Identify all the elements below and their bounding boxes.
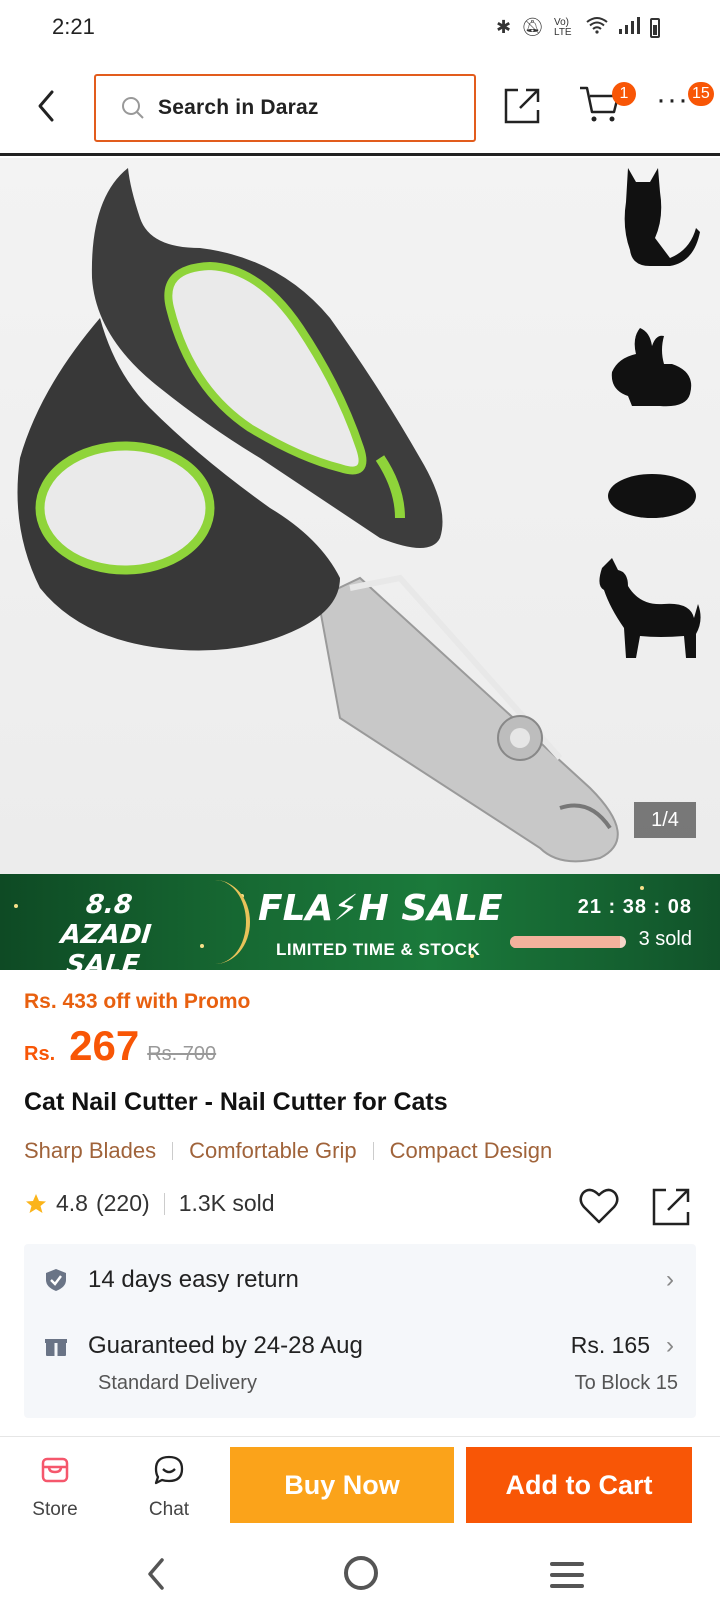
bluetooth-icon: ✱	[496, 17, 512, 37]
share-product-button[interactable]	[650, 1186, 692, 1228]
buy-now-button[interactable]: Buy Now	[230, 1447, 454, 1523]
product-image-gallery[interactable]: 1/4	[0, 158, 720, 874]
flash-sale-subtitle: LIMITED TIME & STOCK	[276, 940, 481, 959]
guinea-pig-icon	[608, 474, 696, 518]
menu-line	[550, 1562, 584, 1566]
sparkle	[14, 904, 18, 908]
system-back-button[interactable]	[142, 1556, 172, 1592]
divider	[163, 1192, 165, 1215]
volte-icon: Vo) LTE	[554, 16, 572, 38]
system-recents-button[interactable]	[550, 1562, 584, 1588]
feature-tag: Compact Design	[389, 1138, 553, 1163]
price-original: Rs. 700	[147, 1043, 217, 1065]
share-icon	[652, 1188, 690, 1226]
heart-icon	[579, 1188, 619, 1224]
decorative-arc	[180, 880, 250, 964]
share-button[interactable]	[502, 86, 542, 126]
more-icon: ···	[656, 83, 689, 116]
menu-line	[550, 1573, 584, 1577]
cart-count-badge: 1	[612, 82, 636, 106]
price-row: Rs. 267 Rs. 700	[24, 1022, 216, 1070]
search-placeholder: Search in Daraz	[158, 96, 319, 119]
azadi-sale-line2: SALE	[64, 950, 142, 970]
delivery-guarantee-text: Guaranteed by 24-28 Aug	[88, 1332, 363, 1359]
delivery-row[interactable]: Guaranteed by 24-28 Aug Standard Deliver…	[24, 1316, 696, 1418]
system-nav-bar	[0, 1540, 720, 1612]
price-currency: Rs.	[24, 1043, 56, 1065]
promo-text[interactable]: Rs. 433 off with Promo	[24, 990, 250, 1014]
flash-countdown: 21 : 38 : 08	[577, 896, 692, 918]
top-nav: Search in Daraz 1 ··· 15	[0, 60, 720, 156]
store-label: Store	[32, 1499, 78, 1520]
share-icon	[504, 88, 540, 124]
azadi-sale-label: 8.8 AZADI SALE	[31, 890, 180, 970]
product-title: Cat Nail Cutter - Nail Cutter for Cats	[24, 1088, 448, 1116]
feature-tag: Sharp Blades	[24, 1138, 157, 1163]
chat-icon	[154, 1455, 184, 1485]
delivery-type: Standard Delivery	[98, 1372, 257, 1394]
wishlist-button[interactable]	[578, 1186, 620, 1226]
more-button[interactable]: ···	[656, 85, 690, 120]
divider	[172, 1142, 174, 1160]
sparkle	[640, 886, 644, 890]
review-count: (220)	[95, 1190, 150, 1216]
search-input[interactable]: Search in Daraz	[94, 74, 476, 142]
price-current: 267	[69, 1022, 140, 1069]
flash-sale-title: FLA⚡H SALE	[258, 888, 503, 929]
wifi-icon	[586, 16, 608, 39]
delivery-location: To Block 15	[574, 1372, 678, 1394]
return-policy-row[interactable]: 14 days easy return ›	[24, 1244, 696, 1316]
status-icons: ✱ 🔕︎ Vo) LTE	[496, 16, 660, 39]
system-home-button[interactable]	[344, 1556, 378, 1590]
service-info-box: 14 days easy return › Guaranteed by 24-2…	[24, 1244, 696, 1418]
star-icon	[26, 1193, 46, 1213]
dog-icon	[599, 558, 701, 658]
chevron-left-icon	[38, 90, 54, 122]
sold-count: 3 sold	[638, 928, 692, 950]
delivery-fee: Rs. 165	[570, 1332, 650, 1358]
divider	[372, 1142, 374, 1160]
back-button[interactable]	[30, 86, 64, 126]
mute-icon: 🔕︎	[521, 17, 544, 37]
feature-tags: Sharp Blades Comfortable Grip Compact De…	[24, 1138, 552, 1164]
store-button[interactable]: Store	[22, 1449, 88, 1529]
rabbit-icon	[611, 328, 692, 407]
status-time: 2:21	[52, 14, 95, 39]
add-to-cart-button[interactable]: Add to Cart	[466, 1447, 692, 1523]
feature-tag: Comfortable Grip	[189, 1138, 357, 1163]
rating-row[interactable]: 4.8 (220) 1.3K sold	[24, 1190, 275, 1217]
sold-progress-fill	[510, 936, 621, 948]
search-icon	[122, 97, 144, 119]
shield-check-icon	[46, 1269, 66, 1291]
menu-line	[550, 1584, 584, 1588]
battery-icon	[650, 17, 660, 38]
sold-progress-bar	[510, 936, 626, 948]
return-policy-text: 14 days easy return	[88, 1266, 299, 1293]
notification-count-badge: 15	[688, 82, 714, 106]
cat-icon	[624, 168, 700, 266]
chat-button[interactable]: Chat	[136, 1449, 202, 1529]
chevron-right-icon: ›	[666, 1266, 674, 1293]
signal-icon	[618, 16, 640, 39]
azadi-sale-line1: 8.8 AZADI	[59, 890, 153, 950]
gift-icon	[45, 1339, 67, 1356]
chevron-right-icon: ›	[666, 1332, 674, 1359]
store-icon	[41, 1457, 69, 1483]
chat-label: Chat	[148, 1499, 190, 1520]
flash-sale-banner[interactable]: 8.8 AZADI SALE FLA⚡H SALE LIMITED TIME &…	[0, 874, 720, 970]
chevron-left-icon	[148, 1558, 164, 1590]
product-photo	[17, 168, 701, 863]
bottom-action-bar: Store Chat Buy Now Add to Cart	[0, 1436, 720, 1540]
rating-value: 4.8	[56, 1190, 88, 1216]
image-counter: 1/4	[634, 802, 696, 838]
sold-total: 1.3K sold	[178, 1190, 275, 1216]
status-bar: 2:21 ✱ 🔕︎ Vo) LTE	[0, 0, 720, 60]
